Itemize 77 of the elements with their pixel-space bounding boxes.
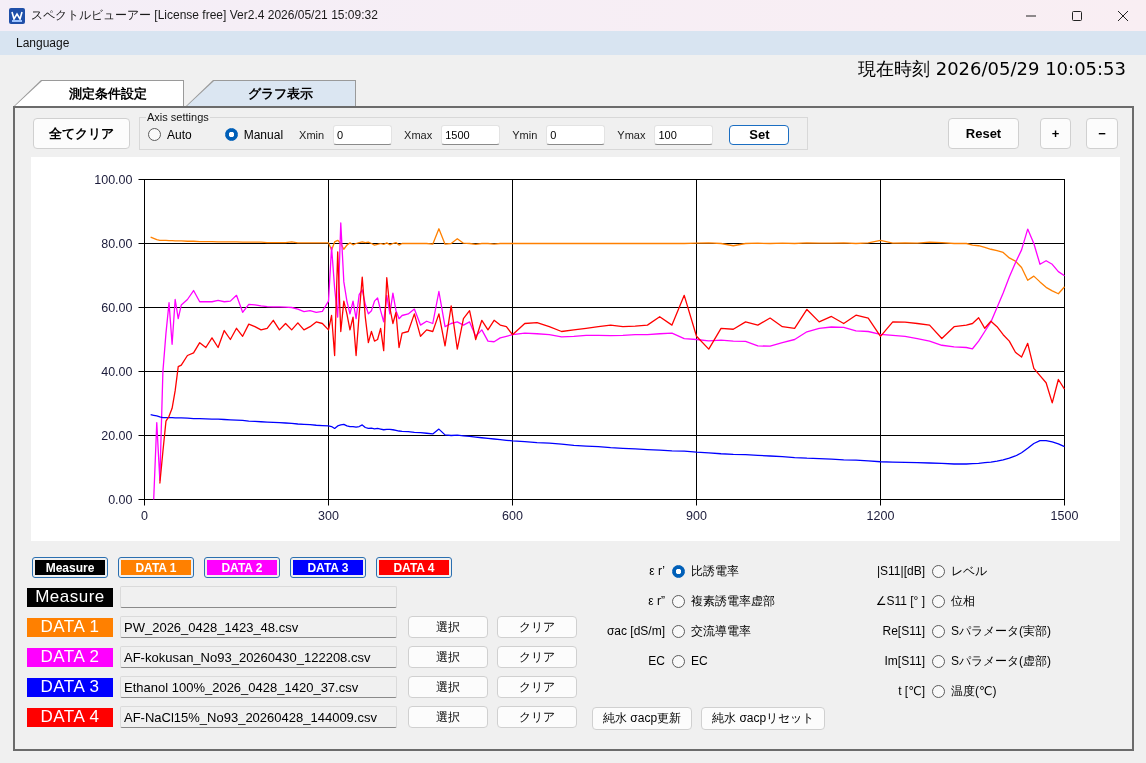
- axis-tick-label: 1500: [1050, 508, 1079, 523]
- zoom-out-button[interactable]: −: [1086, 118, 1118, 149]
- select-button[interactable]: 選択: [408, 646, 488, 668]
- group-title: Axis settings: [146, 111, 210, 124]
- set-button[interactable]: Set: [729, 124, 790, 145]
- series-label: DATA 4: [27, 707, 113, 727]
- radio-option[interactable]: Manual: [224, 127, 284, 142]
- tab[interactable]: グラフ表示: [186, 80, 356, 106]
- symbol-label: t [℃]: [898, 684, 925, 698]
- axis-tick-label: 100.00: [94, 172, 133, 187]
- field-label: Ymin: [512, 128, 538, 141]
- axis-tick-label: 40.00: [101, 364, 133, 379]
- radio-option[interactable]: 交流導電率: [672, 622, 751, 640]
- axis-tick-label: 300: [318, 508, 339, 523]
- action-button[interactable]: 純水 σacpリセット: [701, 707, 826, 730]
- field-label: Xmax: [404, 128, 433, 141]
- menu-item[interactable]: Language: [12, 34, 74, 52]
- radio-option[interactable]: EC: [672, 654, 708, 668]
- axis-tick-label: 0: [141, 508, 148, 523]
- field-label: Xmin: [299, 128, 325, 141]
- series-label: DATA 2: [27, 647, 113, 667]
- radio-option[interactable]: 比誘電率: [672, 562, 739, 580]
- axis-tick-label: 80.00: [101, 236, 133, 251]
- symbol-label: Im[S11]: [884, 654, 925, 668]
- input-field[interactable]: 0: [546, 124, 606, 145]
- file-path-field[interactable]: [120, 586, 397, 608]
- select-button[interactable]: 選択: [408, 616, 488, 638]
- file-path-field[interactable]: Ethanol 100%_2026_0428_1420_37.csv: [120, 676, 397, 698]
- axis-tick-label: 600: [502, 508, 523, 523]
- app-icon: [9, 7, 25, 24]
- symbol-label: ∠S11 [° ]: [875, 594, 925, 608]
- symbol-label: ε r’: [649, 564, 665, 578]
- axis-tick-label: 1200: [866, 508, 895, 523]
- series-label: DATA 3: [27, 677, 113, 697]
- input-field[interactable]: 100: [654, 124, 714, 145]
- input-field[interactable]: 0: [333, 124, 393, 145]
- radio-option[interactable]: 位相: [932, 592, 975, 610]
- clock-text: 現在時刻 2026/05/29 10:05:53: [857, 58, 1126, 80]
- file-path-field[interactable]: AF-kokusan_No93_20260430_122208.csv: [120, 646, 397, 668]
- series-label: Measure: [27, 587, 113, 607]
- series-toggle-button[interactable]: DATA 4: [376, 557, 452, 578]
- clear-all-button[interactable]: 全てクリア: [33, 118, 130, 149]
- radio-option[interactable]: レベル: [932, 562, 987, 580]
- symbol-label: σac [dS/m]: [606, 624, 665, 638]
- clear-button[interactable]: クリア: [497, 616, 577, 638]
- axis-tick-label: 60.00: [101, 300, 133, 315]
- axis-tick-label: 0.00: [108, 492, 133, 507]
- symbol-label: Re[S11]: [882, 624, 925, 638]
- clear-button[interactable]: クリア: [497, 646, 577, 668]
- clear-button[interactable]: クリア: [497, 676, 577, 698]
- series-toggle-button[interactable]: Measure: [32, 557, 108, 578]
- select-button[interactable]: 選択: [408, 706, 488, 728]
- radio-option[interactable]: Auto: [148, 127, 192, 142]
- zoom-in-button[interactable]: +: [1040, 118, 1071, 149]
- axis-tick-label: 20.00: [101, 428, 133, 443]
- file-path-field[interactable]: PW_2026_0428_1423_48.csv: [120, 616, 397, 638]
- symbol-label: EC: [648, 654, 665, 668]
- axis-tick-label: 900: [686, 508, 707, 523]
- select-button[interactable]: 選択: [408, 676, 488, 698]
- reset-button[interactable]: Reset: [948, 118, 1019, 149]
- radio-option[interactable]: 複素誘電率虚部: [672, 592, 775, 610]
- radio-option[interactable]: Sパラメータ(虚部): [932, 652, 1051, 670]
- clear-button[interactable]: クリア: [497, 706, 577, 728]
- maximize-icon: [1072, 10, 1082, 21]
- file-path-field[interactable]: AF-NaCl15%_No93_20260428_144009.csv: [120, 706, 397, 728]
- radio-option[interactable]: 温度(℃): [932, 682, 997, 700]
- field-label: Ymax: [617, 128, 646, 141]
- series-label: DATA 1: [27, 617, 113, 637]
- action-button[interactable]: 純水 σacp更新: [592, 707, 693, 730]
- close-icon: [1118, 10, 1128, 21]
- symbol-label: |S11|[dB]: [876, 564, 925, 578]
- radio-option[interactable]: Sパラメータ(実部): [932, 622, 1051, 640]
- tab[interactable]: 測定条件設定: [14, 80, 184, 106]
- window-title: スペクトルビューアー [License free] Ver2.4 2026/05/21 15:09:32: [31, 7, 378, 24]
- input-field[interactable]: 1500: [441, 124, 501, 145]
- series-toggle-button[interactable]: DATA 3: [290, 557, 366, 578]
- symbol-label: ε r”: [648, 594, 665, 608]
